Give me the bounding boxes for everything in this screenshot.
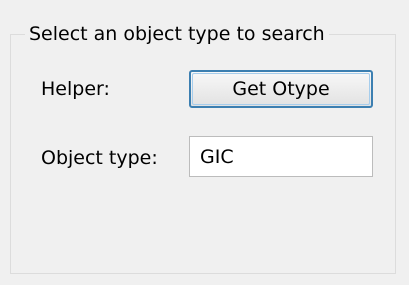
groupbox-legend: Select an object type to search — [25, 21, 329, 47]
get-otype-button[interactable]: Get Otype — [189, 70, 373, 108]
object-type-label: Object type: — [41, 147, 158, 169]
search-object-type-panel: Select an object type to search Helper: … — [0, 0, 409, 285]
object-type-input[interactable] — [189, 136, 373, 177]
helper-label: Helper: — [41, 78, 110, 100]
get-otype-button-label: Get Otype — [232, 78, 330, 100]
